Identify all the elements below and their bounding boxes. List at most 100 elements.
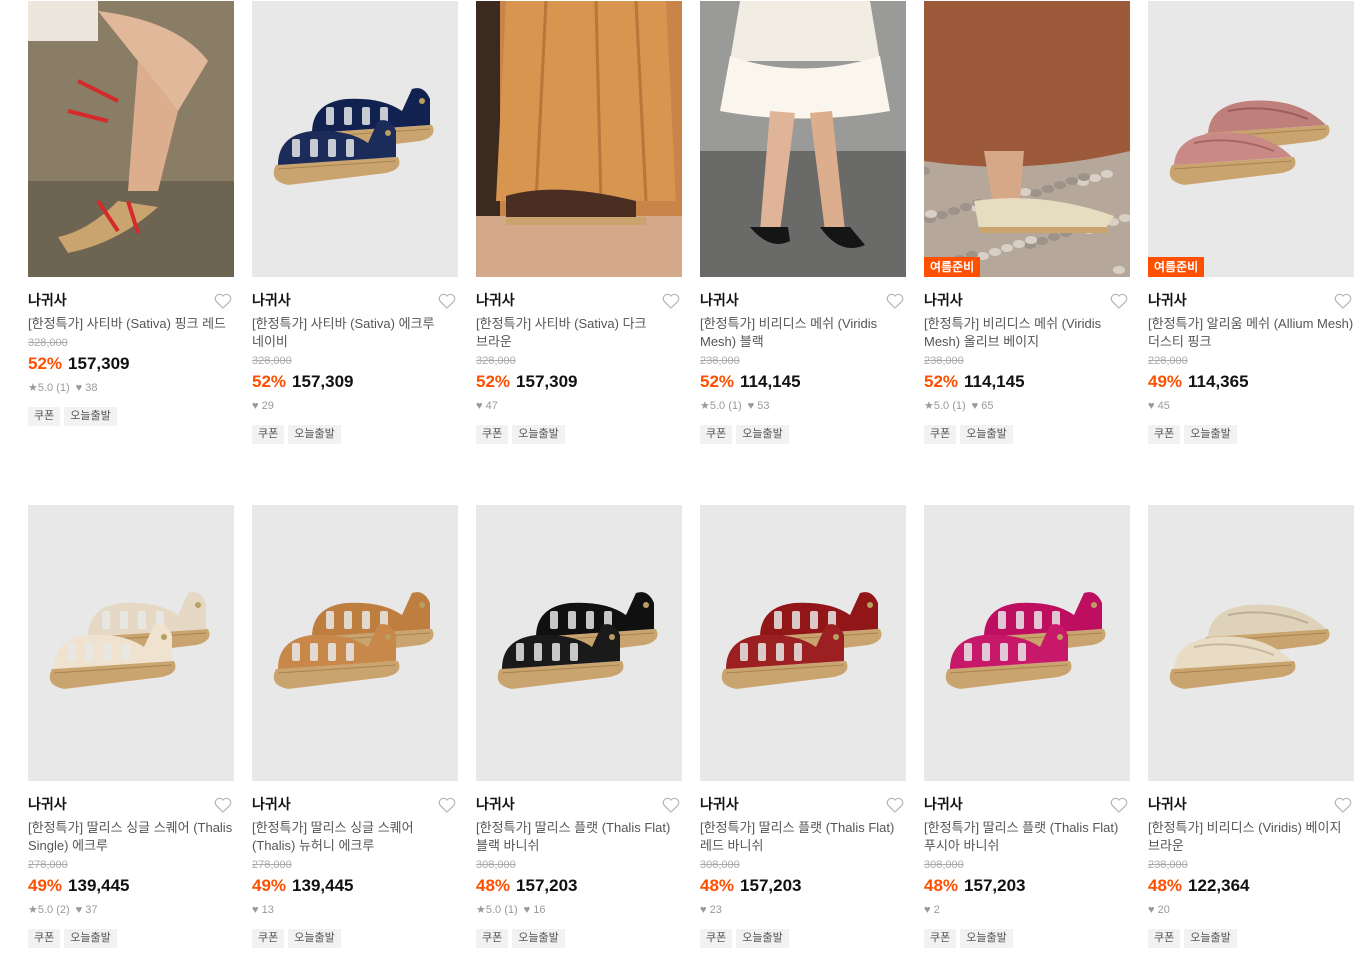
product-photo — [252, 505, 458, 781]
product-name[interactable]: [한정특가] 사티바 (Sativa) 핑크 레드 — [28, 315, 234, 333]
product-card[interactable]: 여름준비나귀사 [한정특가] 알리움 메쉬 (Allium Mesh) 더스티 핑… — [1148, 1, 1354, 444]
review-stats: ★5.0 (1) ♥ 16 — [476, 902, 682, 918]
heart-outline-icon[interactable] — [1110, 797, 1128, 813]
product-image[interactable] — [700, 1, 906, 277]
heart-icon: ♥ — [252, 400, 262, 412]
price-row: 52% 114,145 — [924, 371, 1130, 393]
heart-outline-icon[interactable] — [662, 797, 680, 813]
discount-rate: 49% — [252, 876, 287, 895]
tag-list: 쿠폰 오늘출발 — [1148, 928, 1354, 948]
product-card[interactable]: 나귀사 [한정특가] 사티바 (Sativa) 에크루 네이비 328,000 52%… — [252, 1, 458, 444]
heart-icon: ♥ — [252, 904, 262, 916]
product-image[interactable] — [476, 505, 682, 781]
product-image[interactable]: 여름준비 — [924, 1, 1130, 277]
product-image[interactable]: 여름준비 — [1148, 1, 1354, 277]
product-image[interactable] — [28, 505, 234, 781]
like-count: 29 — [261, 400, 274, 412]
review-stats: ♥ 45 — [1148, 398, 1354, 414]
brand-name[interactable]: 나귀사 — [476, 795, 682, 813]
product-card[interactable]: 여름준비나귀사 [한정특가] 비리디스 메쉬 (Viridis Mesh) 올리브… — [924, 1, 1130, 444]
product-photo — [476, 505, 682, 781]
product-image[interactable] — [700, 505, 906, 781]
product-name[interactable]: [한정특가] 비리디스 (Viridis) 베이지 브라운 — [1148, 819, 1354, 855]
product-name[interactable]: [한정특가] 알리움 메쉬 (Allium Mesh) 더스티 핑크 — [1148, 315, 1354, 351]
original-price: 228,000 — [1148, 355, 1188, 367]
original-price: 238,000 — [924, 355, 964, 367]
brand-name[interactable]: 나귀사 — [252, 795, 458, 813]
product-tag: 쿠폰 — [924, 929, 957, 948]
product-image[interactable] — [1148, 505, 1354, 781]
price-row: 49% 139,445 — [252, 875, 458, 897]
heart-outline-icon[interactable] — [886, 797, 904, 813]
heart-outline-icon[interactable] — [438, 293, 456, 309]
product-name[interactable]: [한정특가] 딸리스 플랫 (Thalis Flat) 레드 바니쉬 — [700, 819, 906, 855]
product-card[interactable]: 나귀사 [한정특가] 딸리스 플랫 (Thalis Flat) 블랙 바니쉬 308… — [476, 505, 682, 948]
heart-icon: ♥ — [971, 400, 982, 412]
brand-name[interactable]: 나귀사 — [28, 291, 234, 309]
product-info: 나귀사 [한정특가] 사티바 (Sativa) 다크 브라운 328,000 52% 1… — [476, 277, 682, 444]
product-card[interactable]: 나귀사 [한정특가] 비리디스 메쉬 (Viridis Mesh) 블랙 238,0… — [700, 1, 906, 444]
price-row: 52% 157,309 — [476, 371, 682, 393]
heart-outline-icon[interactable] — [1334, 293, 1352, 309]
product-image[interactable] — [28, 1, 234, 277]
product-card[interactable]: 나귀사 [한정특가] 딸리스 싱글 스퀘어 (Thalis) 뉴허니 에크루 278… — [252, 505, 458, 948]
heart-outline-icon[interactable] — [1110, 293, 1128, 309]
original-price: 328,000 — [252, 355, 292, 367]
product-image[interactable] — [924, 505, 1130, 781]
brand-name[interactable]: 나귀사 — [252, 291, 458, 309]
heart-outline-icon[interactable] — [886, 293, 904, 309]
product-card[interactable]: 나귀사 [한정특가] 딸리스 플랫 (Thalis Flat) 푸시아 바니쉬 30… — [924, 505, 1130, 948]
product-card[interactable]: 나귀사 [한정특가] 사티바 (Sativa) 다크 브라운 328,000 52% 1… — [476, 1, 682, 444]
product-name[interactable]: [한정특가] 딸리스 플랫 (Thalis Flat) 블랙 바니쉬 — [476, 819, 682, 855]
product-tag: 쿠폰 — [924, 425, 957, 444]
product-name[interactable]: [한정특가] 비리디스 메쉬 (Viridis Mesh) 올리브 베이지 — [924, 315, 1130, 351]
product-card[interactable]: 나귀사 [한정특가] 비리디스 (Viridis) 베이지 브라운 238,000 4… — [1148, 505, 1354, 948]
brand-name[interactable]: 나귀사 — [476, 291, 682, 309]
heart-outline-icon[interactable] — [662, 293, 680, 309]
product-image[interactable] — [476, 1, 682, 277]
product-photo — [700, 1, 906, 277]
heart-outline-icon[interactable] — [214, 797, 232, 813]
sale-price: 114,145 — [740, 372, 801, 391]
product-image[interactable] — [252, 1, 458, 277]
heart-outline-icon[interactable] — [214, 293, 232, 309]
product-name[interactable]: [한정특가] 딸리스 플랫 (Thalis Flat) 푸시아 바니쉬 — [924, 819, 1130, 855]
brand-name[interactable]: 나귀사 — [700, 291, 906, 309]
product-photo — [924, 1, 1130, 277]
heart-icon: ♥ — [1148, 400, 1158, 412]
heart-outline-icon[interactable] — [438, 797, 456, 813]
brand-name[interactable]: 나귀사 — [1148, 291, 1354, 309]
sale-price: 157,203 — [964, 876, 1026, 895]
product-image[interactable] — [252, 505, 458, 781]
tag-list: 쿠폰 오늘출발 — [476, 928, 682, 948]
original-price: 328,000 — [28, 337, 68, 349]
product-info: 나귀사 [한정특가] 비리디스 메쉬 (Viridis Mesh) 블랙 238,0… — [700, 277, 906, 444]
brand-name[interactable]: 나귀사 — [700, 795, 906, 813]
product-tag: 쿠폰 — [252, 929, 285, 948]
product-name[interactable]: [한정특가] 딸리스 싱글 스퀘어 (Thalis Single) 에크루 — [28, 819, 234, 855]
heart-icon: ♥ — [1148, 904, 1158, 916]
product-card[interactable]: 나귀사 [한정특가] 사티바 (Sativa) 핑크 레드 328,000 52% 15… — [28, 1, 234, 426]
rating-value: 5.0 (1) — [709, 400, 742, 412]
heart-outline-icon[interactable] — [1334, 797, 1352, 813]
product-tag: 오늘출발 — [512, 929, 565, 948]
product-name[interactable]: [한정특가] 딸리스 싱글 스퀘어 (Thalis) 뉴허니 에크루 — [252, 819, 458, 855]
tag-list: 쿠폰 오늘출발 — [252, 424, 458, 444]
product-name[interactable]: [한정특가] 사티바 (Sativa) 다크 브라운 — [476, 315, 682, 351]
heart-icon: ♥ — [924, 904, 934, 916]
product-tag: 쿠폰 — [476, 929, 509, 948]
product-name[interactable]: [한정특가] 사티바 (Sativa) 에크루 네이비 — [252, 315, 458, 351]
product-info: 나귀사 [한정특가] 알리움 메쉬 (Allium Mesh) 더스티 핑크 228… — [1148, 277, 1354, 444]
brand-name[interactable]: 나귀사 — [924, 795, 1130, 813]
brand-name[interactable]: 나귀사 — [28, 795, 234, 813]
brand-name[interactable]: 나귀사 — [924, 291, 1130, 309]
discount-rate: 52% — [700, 372, 735, 391]
price-row: 48% 157,203 — [924, 875, 1130, 897]
original-price: 238,000 — [1148, 859, 1188, 871]
product-card[interactable]: 나귀사 [한정특가] 딸리스 싱글 스퀘어 (Thalis Single) 에크루… — [28, 505, 234, 948]
original-price: 278,000 — [28, 859, 68, 871]
star-icon: ★ — [700, 400, 710, 412]
brand-name[interactable]: 나귀사 — [1148, 795, 1354, 813]
product-name[interactable]: [한정특가] 비리디스 메쉬 (Viridis Mesh) 블랙 — [700, 315, 906, 351]
product-card[interactable]: 나귀사 [한정특가] 딸리스 플랫 (Thalis Flat) 레드 바니쉬 308… — [700, 505, 906, 948]
